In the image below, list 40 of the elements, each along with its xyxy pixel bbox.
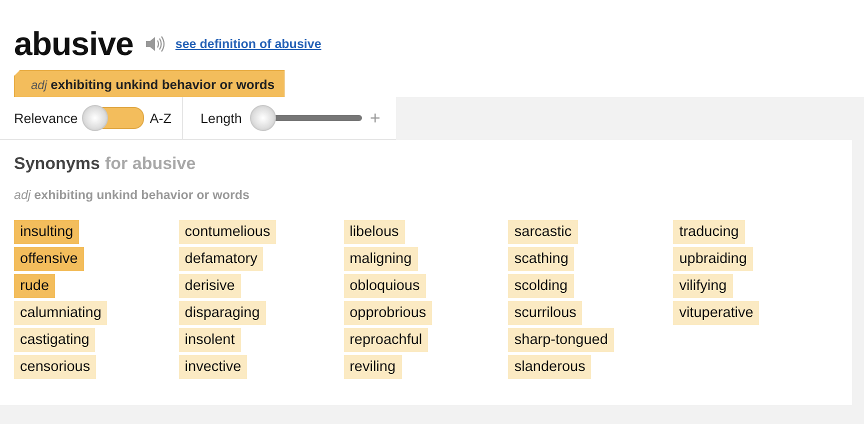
synonym-link[interactable]: disparaging — [178, 301, 266, 325]
synonym-link[interactable]: upbraiding — [673, 247, 753, 271]
synonym-link[interactable]: reproachful — [344, 328, 428, 352]
synonym-link[interactable]: maligning — [344, 247, 418, 271]
synonym-link[interactable]: offensive — [14, 247, 84, 271]
synonym-link[interactable]: vilifying — [673, 274, 733, 298]
headword: abusive — [14, 25, 134, 63]
synonym-link[interactable]: scurrilous — [508, 301, 582, 325]
synonym-link[interactable]: derisive — [178, 274, 241, 298]
synonym-link[interactable]: sarcastic — [508, 220, 578, 244]
synonym-link[interactable]: censorious — [14, 355, 96, 379]
synonym-link[interactable]: scathing — [508, 247, 574, 271]
relevance-label: Relevance — [14, 110, 78, 126]
synonym-link[interactable]: scolding — [508, 274, 574, 298]
synonym-link[interactable]: reviling — [344, 355, 402, 379]
synonym-link[interactable]: traducing — [673, 220, 745, 244]
sense-line: adj exhibiting unkind behavior or words — [14, 188, 250, 202]
definition-link[interactable]: see definition of abusive — [175, 37, 322, 51]
synonym-link[interactable]: libelous — [344, 220, 405, 244]
sense-tab[interactable]: adj exhibiting unkind behavior or words — [14, 70, 285, 97]
synonym-link[interactable]: calumniating — [14, 301, 108, 325]
synonym-link[interactable]: invective — [178, 355, 248, 379]
synonym-link[interactable]: slanderous — [508, 355, 592, 379]
synonym-link[interactable]: castigating — [14, 328, 96, 352]
synonym-link[interactable]: defamatory — [178, 247, 264, 271]
speaker-icon[interactable] — [145, 35, 166, 53]
synonym-link[interactable]: rude — [14, 274, 56, 298]
synonym-link[interactable]: sharp-tongued — [508, 328, 614, 352]
sort-switch[interactable] — [84, 107, 144, 129]
length-slider[interactable] — [250, 105, 362, 131]
synonym-link[interactable]: contumelious — [178, 220, 276, 244]
synonym-link[interactable]: vituperative — [673, 301, 760, 325]
synonym-link[interactable]: obloquious — [344, 274, 426, 298]
synonym-link[interactable]: insulting — [14, 220, 80, 244]
synonyms-subtitle: for abusive — [104, 154, 196, 174]
length-label: Length — [200, 110, 242, 126]
synonyms-title: Synonyms — [14, 154, 100, 174]
az-label: A-Z — [150, 110, 172, 126]
synonym-link[interactable]: opprobrious — [344, 301, 432, 325]
synonym-link[interactable]: insolent — [178, 328, 241, 352]
